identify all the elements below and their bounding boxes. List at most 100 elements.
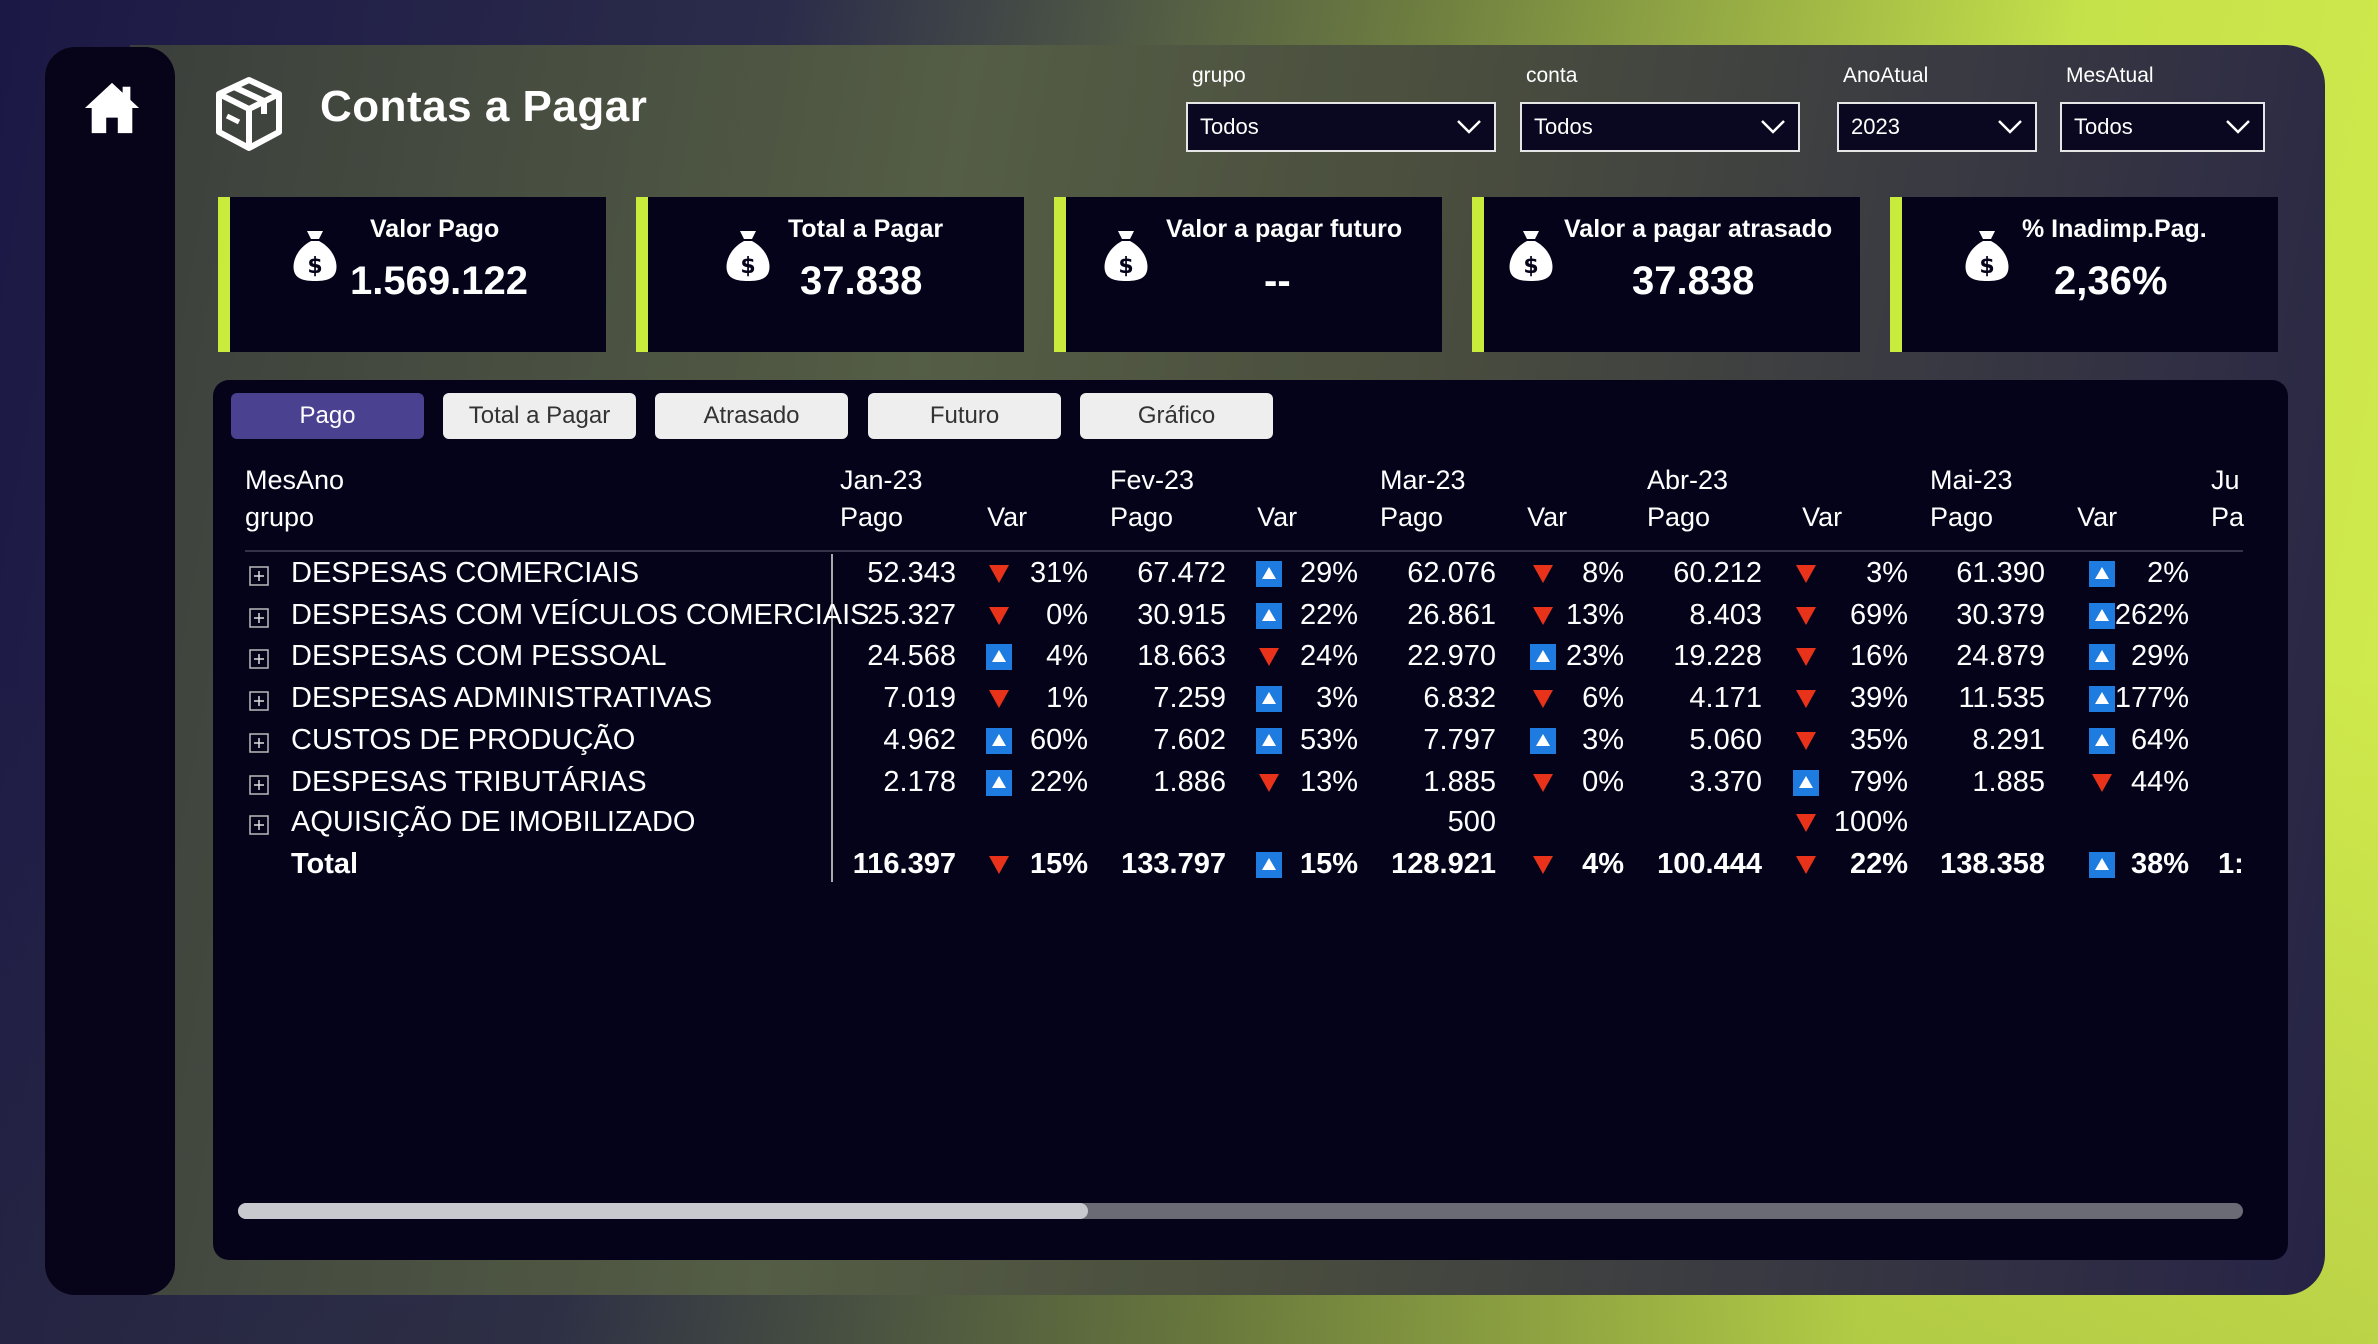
expand-plus-icon[interactable] bbox=[249, 566, 269, 586]
month-label: Mai-23 bbox=[1930, 465, 2013, 495]
scrollbar-thumb[interactable] bbox=[238, 1203, 1088, 1219]
month-header: Mar-23 Pago Var bbox=[1380, 465, 1567, 533]
chevron-down-icon bbox=[1998, 120, 2022, 134]
row-group-name[interactable]: DESPESAS TRIBUTÁRIAS bbox=[291, 766, 647, 799]
filter-label: MesAtual bbox=[2066, 64, 2154, 87]
tab-pago[interactable]: Pago bbox=[231, 393, 424, 439]
cell-pago: 26.861 bbox=[1407, 599, 1496, 631]
cell-pago: 1.885 bbox=[1972, 766, 2045, 798]
tab-atrasado[interactable]: Atrasado bbox=[655, 393, 848, 439]
tab-grafico[interactable]: Gráfico bbox=[1080, 393, 1273, 439]
cell-pago: 7.797 bbox=[1423, 724, 1496, 756]
trend-up-icon bbox=[2089, 603, 2115, 629]
anoatual-dropdown[interactable]: 2023 bbox=[1837, 102, 2037, 152]
tab-total-a-pagar[interactable]: Total a Pagar bbox=[443, 393, 636, 439]
trend-down-icon bbox=[1533, 774, 1553, 792]
header-grupo: grupo bbox=[245, 502, 315, 532]
dropdown-value: Todos bbox=[2074, 114, 2133, 139]
month-label: Fev-23 bbox=[1110, 465, 1195, 495]
svg-text:$: $ bbox=[1523, 254, 1538, 279]
subheader-var: Var bbox=[2077, 502, 2118, 532]
filter-grupo: grupo Todos bbox=[1186, 64, 1496, 152]
trend-down-icon bbox=[1796, 856, 1816, 874]
dropdown-value: 2023 bbox=[1851, 114, 1900, 139]
expand-plus-icon[interactable] bbox=[249, 691, 269, 711]
tab-futuro[interactable]: Futuro bbox=[868, 393, 1061, 439]
subheader-pago-var: Pago Var bbox=[1930, 502, 2117, 533]
card-label: Valor a pagar futuro bbox=[1166, 215, 1403, 243]
total-row: Total 116.397 15% 133.797 15% 128.921 4% 100.44… bbox=[213, 846, 2288, 886]
cell-pago: 138.358 bbox=[1940, 848, 2045, 880]
cell-pago: 1.886 bbox=[1153, 766, 1226, 798]
month-label: Abr-23 bbox=[1647, 465, 1729, 495]
subheader-var: Var bbox=[1527, 502, 1568, 532]
header-mesano: MesAno bbox=[245, 465, 345, 495]
subheader-pago: Pago bbox=[1930, 502, 1994, 532]
trend-up-icon bbox=[1256, 561, 1282, 587]
table-row: DESPESAS COM VEÍCULOS COMERCIAIS 25.327 0%… bbox=[213, 597, 2288, 637]
cell-pago: 7.602 bbox=[1153, 724, 1226, 756]
card-label: % Inadimp.Pag. bbox=[2022, 215, 2207, 243]
trend-up-icon bbox=[1530, 644, 1556, 670]
filter-label: conta bbox=[1526, 64, 1578, 87]
expand-plus-icon[interactable] bbox=[249, 649, 269, 669]
trend-down-icon bbox=[1533, 856, 1553, 874]
expand-plus-icon[interactable] bbox=[249, 733, 269, 753]
cell-var: 38% bbox=[2130, 848, 2189, 880]
money-bag-icon: $ bbox=[1965, 231, 2009, 281]
subheader-pago-var: Pago Var bbox=[1110, 502, 1297, 533]
filter-mesatual: MesAtual Todos bbox=[2060, 64, 2265, 152]
cell-pago: 133.797 bbox=[1121, 848, 1226, 880]
horizontal-scrollbar[interactable] bbox=[238, 1203, 2243, 1219]
trend-down-icon bbox=[1533, 690, 1553, 708]
cell-pago: 8.403 bbox=[1689, 599, 1762, 631]
card-inadimplencia: $ % Inadimp.Pag. 2,36% bbox=[1890, 197, 2278, 352]
conta-dropdown[interactable]: Todos bbox=[1520, 102, 1800, 152]
row-group-name[interactable]: AQUISIÇÃO DE IMOBILIZADO bbox=[291, 806, 695, 839]
money-bag-icon: $ bbox=[1509, 231, 1553, 281]
cell-pago: 61.390 bbox=[1956, 557, 2045, 589]
row-group-name[interactable]: CUSTOS DE PRODUÇÃO bbox=[291, 724, 635, 757]
expand-plus-icon[interactable] bbox=[249, 608, 269, 628]
cell-pago: 7.259 bbox=[1153, 682, 1226, 714]
cell-pago: 116.397 bbox=[852, 848, 956, 880]
trend-up-icon bbox=[1530, 728, 1556, 754]
cell-pago: 3.370 bbox=[1689, 766, 1762, 798]
cell-var: 262% bbox=[2114, 599, 2189, 631]
dropdown-value: Todos bbox=[1200, 114, 1259, 139]
trend-up-icon bbox=[986, 728, 1012, 754]
cell-pago: 52.343 bbox=[867, 557, 956, 589]
money-bag-icon: $ bbox=[1104, 231, 1148, 281]
cell-var: 100% bbox=[1833, 806, 1908, 838]
cell-pago: 4.962 bbox=[883, 724, 956, 756]
trend-down-icon bbox=[1259, 774, 1279, 792]
cell-var: 22% bbox=[1029, 766, 1088, 798]
home-icon[interactable] bbox=[83, 79, 141, 137]
row-group-name[interactable]: DESPESAS ADMINISTRATIVAS bbox=[291, 682, 712, 715]
trend-down-icon bbox=[989, 607, 1009, 625]
row-group-name[interactable]: DESPESAS COM VEÍCULOS COMERCIAIS bbox=[291, 599, 870, 632]
cell-var: 24% bbox=[1299, 640, 1358, 672]
card-label: Valor a pagar atrasado bbox=[1564, 215, 1833, 243]
card-value: 37.838 bbox=[1632, 259, 1755, 303]
filter-label: grupo bbox=[1192, 64, 1246, 87]
row-group-name[interactable]: DESPESAS COMERCIAIS bbox=[291, 557, 639, 590]
cell-var: 23% bbox=[1565, 640, 1624, 672]
grupo-dropdown[interactable]: Todos bbox=[1186, 102, 1496, 152]
cell-var: 39% bbox=[1849, 682, 1908, 714]
cell-pago: 24.879 bbox=[1956, 640, 2045, 672]
cell-pago: 8.291 bbox=[1972, 724, 2045, 756]
expand-plus-icon[interactable] bbox=[249, 775, 269, 795]
cell-pago: 30.379 bbox=[1956, 599, 2045, 631]
subheader-pago: Pago bbox=[840, 502, 904, 532]
cell-var: 6% bbox=[1582, 682, 1624, 714]
mesatual-dropdown[interactable]: Todos bbox=[2060, 102, 2265, 152]
row-group-name[interactable]: DESPESAS COM PESSOAL bbox=[291, 640, 667, 673]
expand-plus-icon[interactable] bbox=[249, 815, 269, 835]
trend-up-icon bbox=[1256, 728, 1282, 754]
trend-down-icon bbox=[1796, 607, 1816, 625]
cell-var: 0% bbox=[1582, 766, 1624, 798]
cell-var: 4% bbox=[1582, 848, 1624, 880]
cell-var: 53% bbox=[1299, 724, 1358, 756]
month-header: Abr-23 Pago Var bbox=[1647, 465, 1842, 533]
